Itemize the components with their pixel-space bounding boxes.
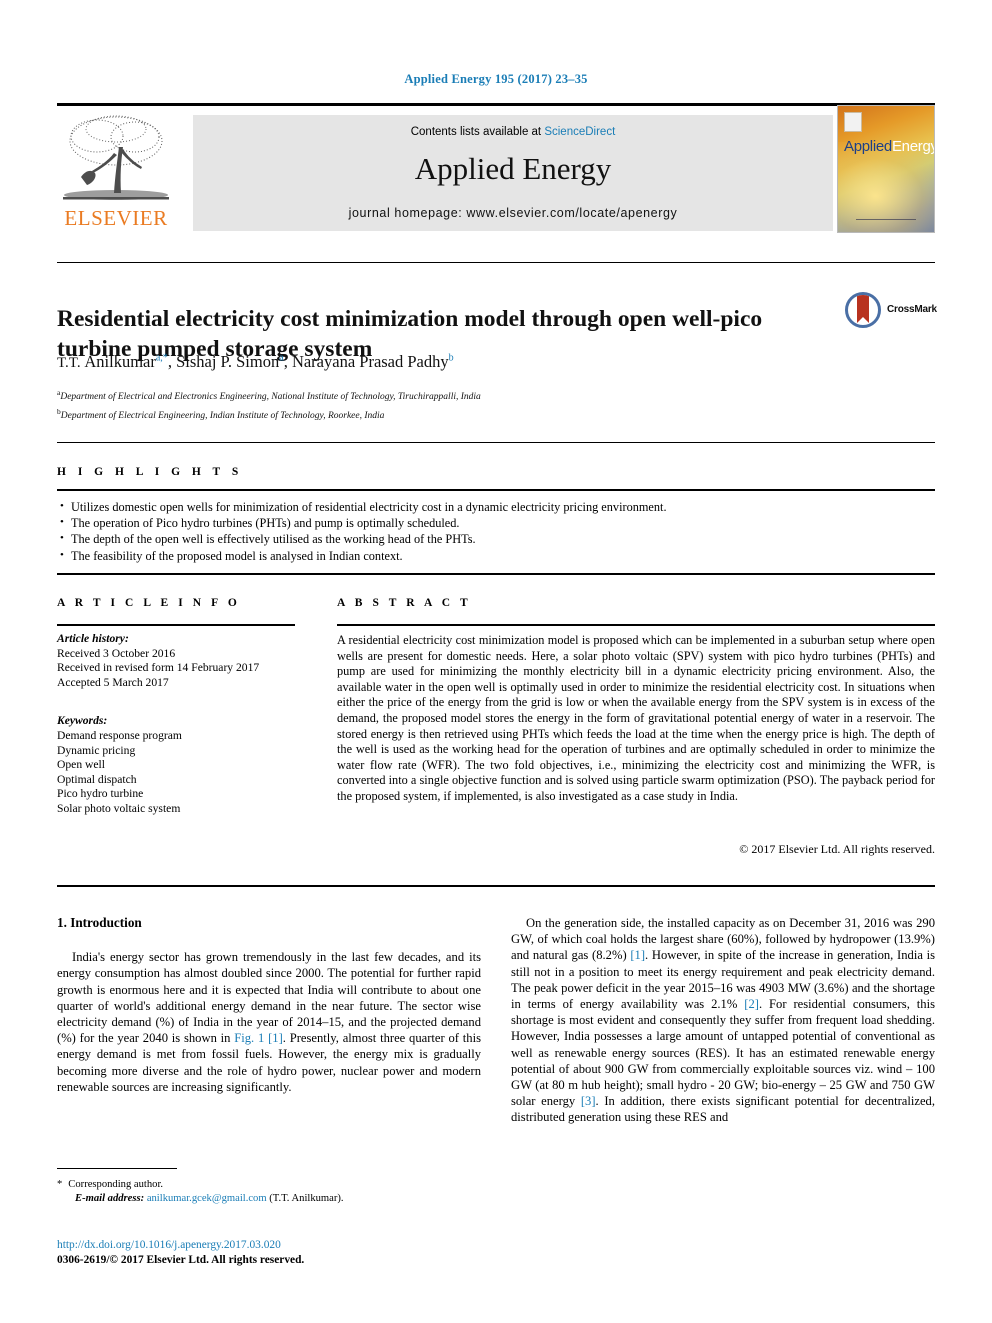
paragraph: On the generation side, the installed ca…	[511, 915, 935, 1126]
cover-brand-energy: Energy	[891, 138, 935, 155]
citation-link-3[interactable]: [3]	[581, 1094, 596, 1108]
cover-footer-lines	[856, 219, 916, 220]
journal-banner: Contents lists available at ScienceDirec…	[193, 115, 833, 231]
author-0-prefix: T.T.	[57, 355, 85, 371]
paper-page: Applied Energy 195 (2017) 23–35 ELSEVIER…	[0, 0, 992, 1323]
journal-masthead: ELSEVIER Contents lists available at Sci…	[57, 103, 935, 233]
section-title-introduction: 1. Introduction	[57, 915, 142, 930]
footnote-rule	[57, 1168, 177, 1169]
keyword-item: Dynamic pricing	[57, 743, 136, 757]
corresponding-author-label: Corresponding author.	[68, 1179, 164, 1190]
affiliation-a-text: Department of Electrical and Electronics…	[60, 392, 481, 403]
body-column-right: On the generation side, the installed ca…	[511, 915, 935, 1126]
abstract-text: A residential electricity cost minimizat…	[337, 633, 935, 803]
body-column-left: 1. Introduction India's energy sector ha…	[57, 915, 481, 1095]
title-top-rule	[57, 262, 935, 263]
masthead-top-rule	[57, 103, 935, 106]
cover-brand: AppliedEnergy	[844, 138, 935, 155]
journal-title: Applied Energy	[414, 151, 612, 186]
author-0-name: Anilkumar	[84, 352, 156, 371]
highlights-bottom-rule	[57, 573, 935, 575]
affiliation-list: aDepartment of Electrical and Electronic…	[57, 386, 481, 423]
affiliation-a: aDepartment of Electrical and Electronic…	[57, 386, 481, 405]
article-info-rule	[57, 624, 295, 626]
keyword-item: Optimal dispatch	[57, 772, 137, 786]
highlight-item: The operation of Pico hydro turbines (PH…	[60, 514, 940, 531]
footnote-block: * Corresponding author. E-mail address: a…	[57, 1178, 481, 1206]
highlights-heading: H I G H L I G H T S	[57, 466, 243, 478]
abstract-copyright: © 2017 Elsevier Ltd. All rights reserved…	[739, 842, 935, 856]
article-history-item: Received in revised form 14 February 201…	[57, 661, 260, 675]
email-label: E-mail address:	[75, 1193, 145, 1204]
keyword-item: Demand response program	[57, 728, 182, 742]
cover-brand-applied: Applied	[844, 138, 892, 155]
intro-right-text-c: . For residential consumers, this shorta…	[511, 997, 935, 1109]
citation-link-2[interactable]: [2]	[744, 997, 759, 1011]
article-history-label: Article history:	[57, 632, 129, 645]
email-link[interactable]: anilkumar.gcek@gmail.com	[147, 1193, 267, 1204]
crossmark-label: CrossMark	[887, 304, 937, 315]
crossmark-ribbon-icon	[857, 295, 869, 323]
abstract-heading: A B S T R A C T	[337, 597, 472, 609]
author-0-sup: a,*	[155, 352, 168, 364]
citation-link-1[interactable]: [1]	[630, 948, 645, 962]
affiliation-b-text: Department of Electrical Engineering, In…	[60, 410, 385, 421]
affiliation-b: bDepartment of Electrical Engineering, I…	[57, 405, 481, 424]
article-info-column: Article history: Received 3 October 2016…	[57, 632, 307, 817]
elsevier-tree-icon	[63, 115, 169, 200]
corresponding-author-marker: *	[57, 1179, 63, 1190]
highlights-top-rule	[57, 442, 935, 443]
keywords-block: Keywords: Demand response program Dynami…	[57, 714, 307, 816]
author-2-sup: b	[448, 352, 454, 364]
keyword-item: Pico hydro turbine	[57, 787, 144, 801]
contents-prefix: Contents lists available at	[410, 126, 545, 138]
corresponding-author-line: * Corresponding author.	[57, 1178, 481, 1192]
email-owner: (T.T. Anilkumar).	[269, 1193, 344, 1204]
cover-publisher-mark-icon	[844, 112, 862, 132]
issn-copyright-line: 0306-2619/© 2017 Elsevier Ltd. All right…	[57, 1254, 305, 1266]
highlight-item: The feasibility of the proposed model is…	[60, 547, 940, 564]
figure-reference-link[interactable]: Fig. 1 [1]	[234, 1031, 283, 1045]
body-top-rule	[57, 885, 935, 887]
highlight-item: Utilizes domestic open wells for minimiz…	[60, 498, 940, 515]
author-2-name: Narayana Prasad Padhy	[291, 352, 449, 371]
article-history-item: Accepted 5 March 2017	[57, 675, 169, 689]
running-head: Applied Energy 195 (2017) 23–35	[404, 72, 588, 86]
keywords-label: Keywords:	[57, 714, 108, 728]
paragraph: India's energy sector has grown tremendo…	[57, 949, 481, 1095]
journal-homepage[interactable]: journal homepage: www.elsevier.com/locat…	[193, 206, 833, 220]
keyword-item: Open well	[57, 758, 105, 772]
highlight-item: The depth of the open well is effectivel…	[60, 530, 940, 547]
email-line: E-mail address: anilkumar.gcek@gmail.com…	[57, 1192, 481, 1206]
elsevier-logo: ELSEVIER	[57, 111, 175, 231]
doi-link[interactable]: http://dx.doi.org/10.1016/j.apenergy.201…	[57, 1238, 507, 1253]
abstract-rule	[337, 624, 935, 626]
crossmark-badge[interactable]: CrossMark	[845, 292, 945, 332]
highlights-list: Utilizes domestic open wells for minimiz…	[60, 498, 940, 564]
keyword-item: Solar photo voltaic system	[57, 801, 181, 815]
author-list: T.T. Anilkumara,*, Sishaj P. Simona, Nar…	[57, 352, 454, 371]
crossmark-icon	[845, 292, 881, 328]
sciencedirect-link[interactable]: ScienceDirect	[544, 126, 615, 138]
doi-block: http://dx.doi.org/10.1016/j.apenergy.201…	[57, 1238, 507, 1268]
elsevier-wordmark: ELSEVIER	[64, 206, 168, 230]
highlights-mid-rule	[57, 489, 935, 492]
journal-cover-thumbnail: AppliedEnergy	[837, 105, 935, 233]
contents-line: Contents lists available at ScienceDirec…	[193, 126, 833, 138]
author-1-name: Sishaj P. Simon	[176, 352, 280, 371]
article-history-item: Received 3 October 2016	[57, 646, 176, 660]
article-info-heading: A R T I C L E I N F O	[57, 597, 241, 609]
